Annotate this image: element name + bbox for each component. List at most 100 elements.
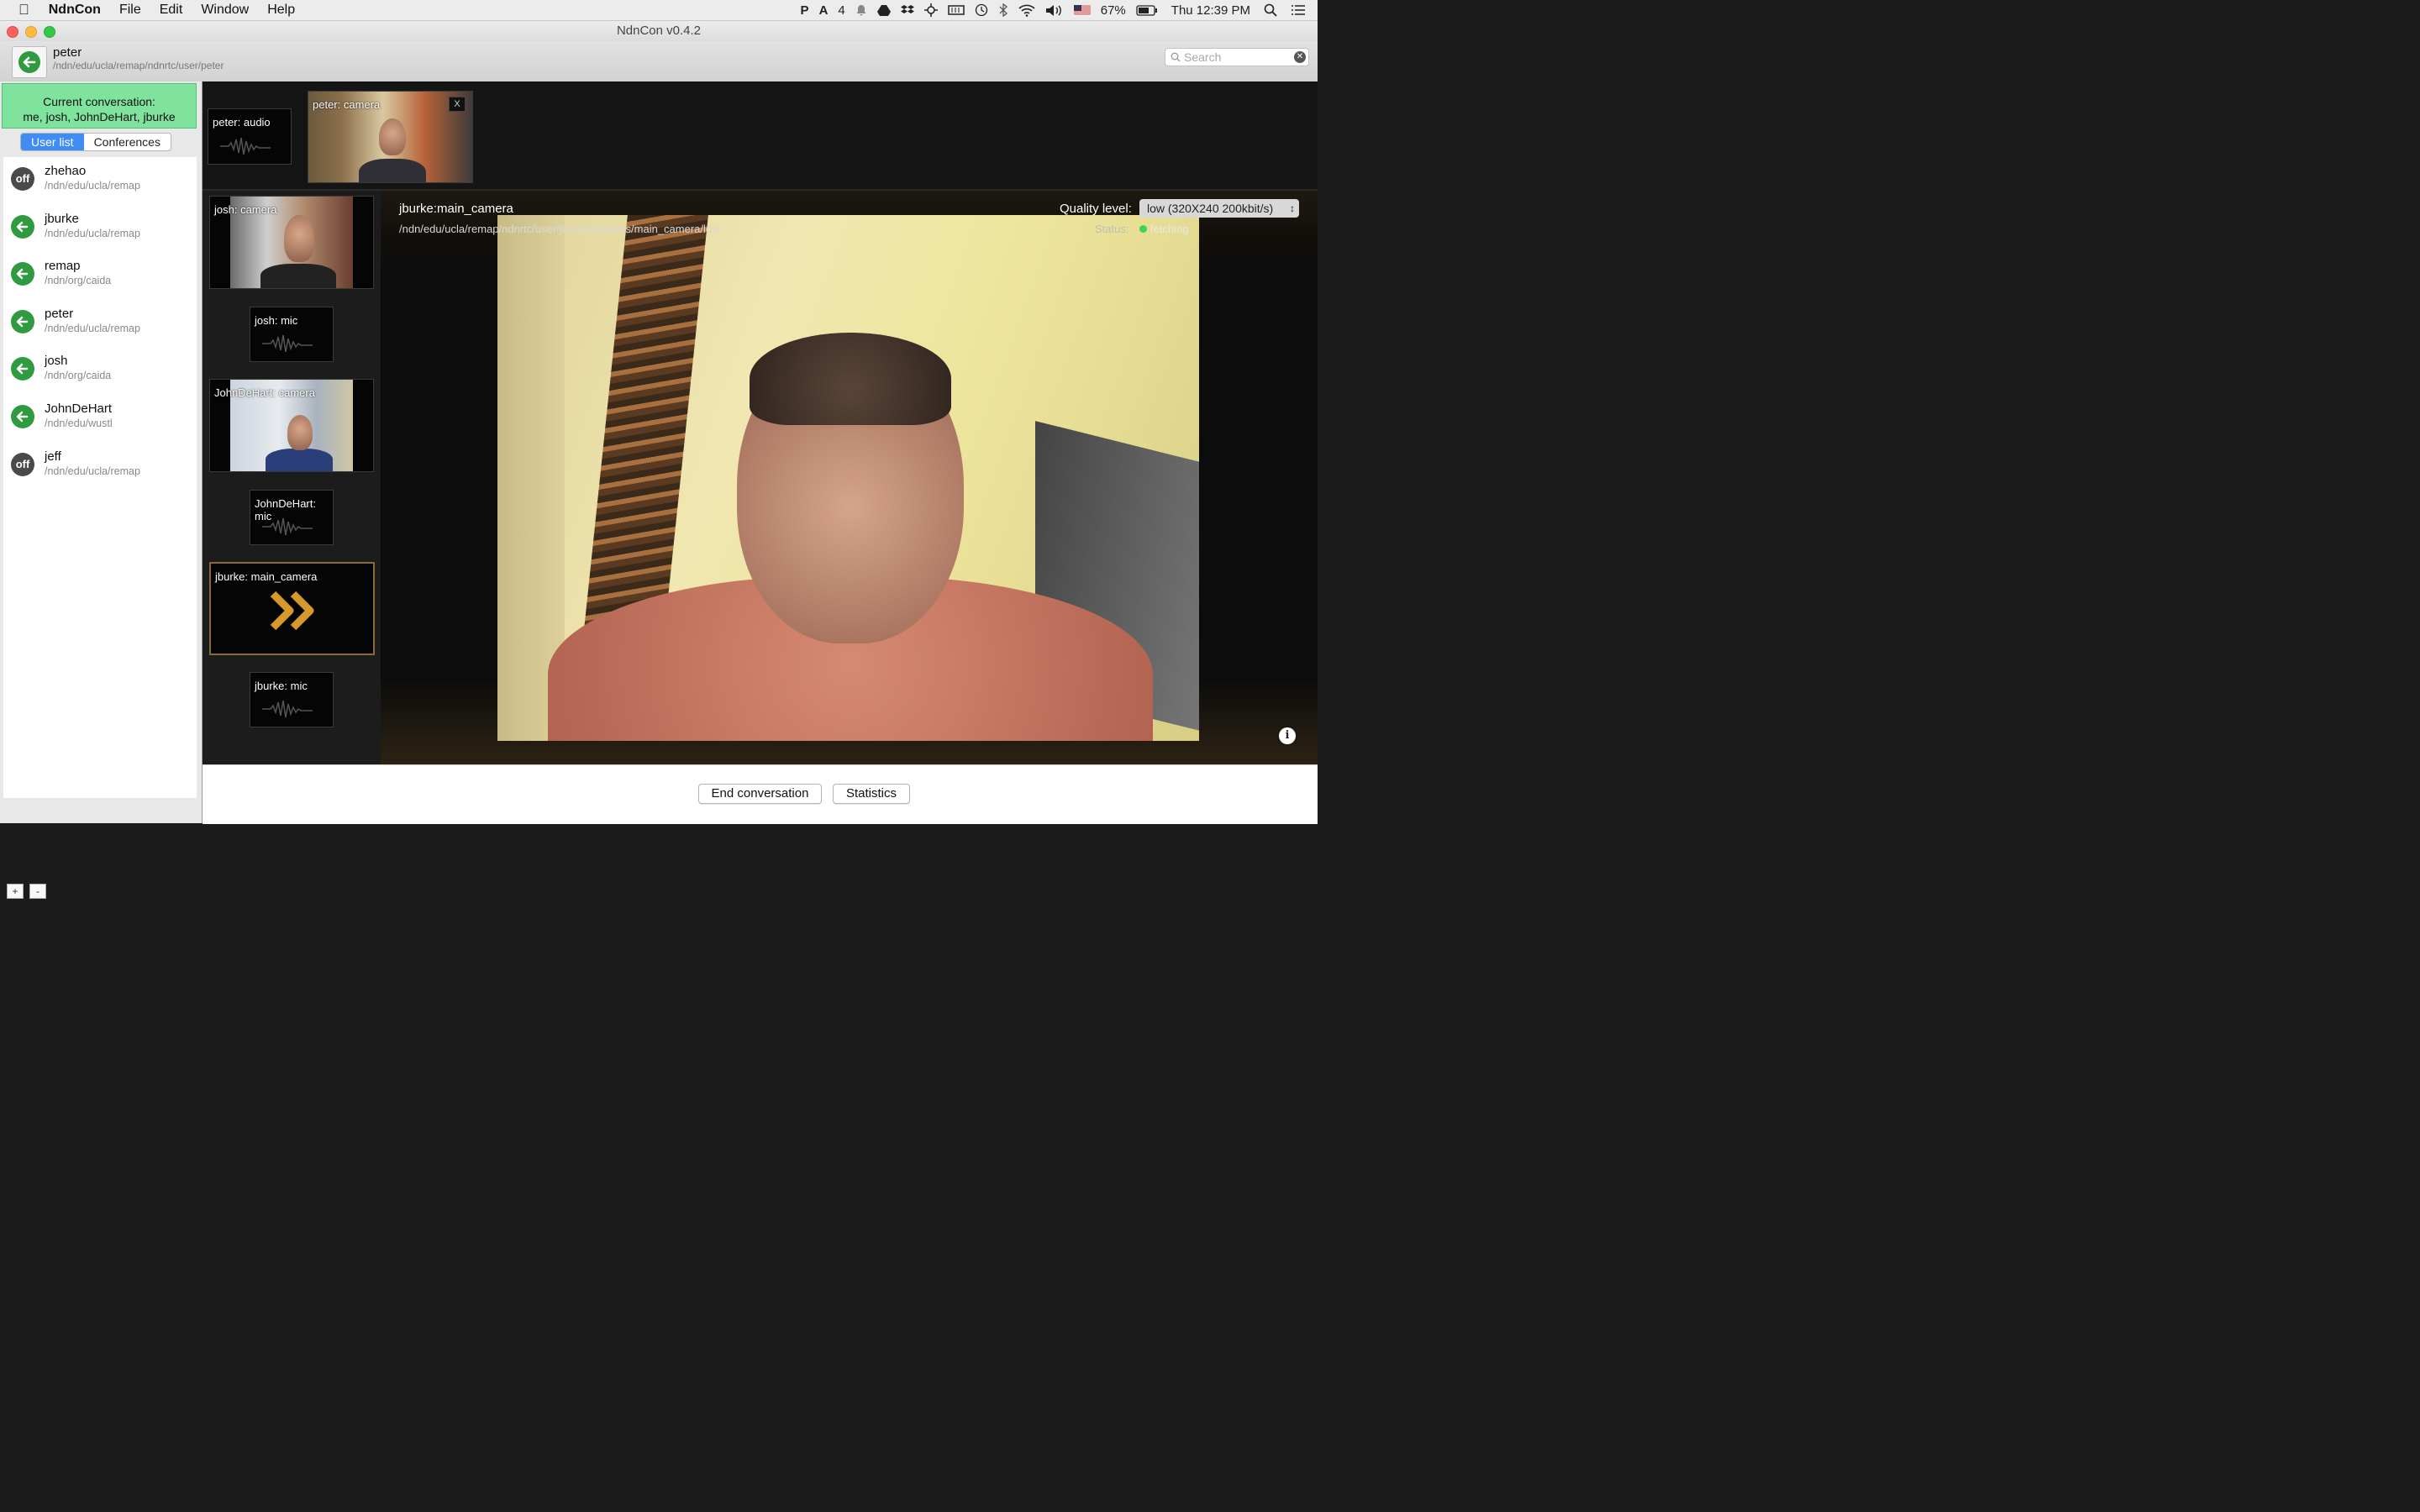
remote-stream-label: jburke: main_camera [215,570,318,583]
user-name: JohnDeHart [45,402,113,416]
add-user-button[interactable]: + [7,884,24,899]
remote-stream-label: jburke: mic [255,680,308,692]
user-list-item[interactable]: jburke/ndn/edu/ucla/remap [3,205,197,252]
window-title: NdnCon v0.4.2 [616,24,702,38]
dropbox-icon[interactable] [896,4,919,16]
remote-stream-tile[interactable]: JohnDeHart: camera [209,379,374,472]
sidebar: Current conversation: me, josh, JohnDeHa… [0,81,203,899]
wifi-icon[interactable] [1013,4,1040,17]
quality-level-value: low (320X240 200kbit/s) [1147,202,1274,215]
volume-icon[interactable] [1040,4,1069,17]
local-audio-label: peter: audio [213,116,271,129]
user-list-item[interactable]: off jeff/ndn/edu/ucla/remap [3,443,197,490]
clock[interactable]: Thu 12:39 PM [1163,3,1259,18]
user-path: /ndn/org/caida [45,275,112,287]
online-arrow-icon [11,262,34,286]
move-icon[interactable] [919,3,943,17]
clear-search-icon[interactable]: ✕ [1294,51,1306,63]
remote-stream-tile-selected[interactable]: jburke: main_camera [209,562,375,655]
user-avatar[interactable] [12,46,47,78]
menu-help[interactable]: Help [258,3,304,18]
user-list-item[interactable]: remap/ndn/org/caida [3,252,197,299]
menu-bar:  NdnCon File Edit Window Help P A 4 [0,0,1318,21]
remote-stream-tile[interactable]: josh: camera [209,196,374,289]
bottom-action-bar: End conversation Statistics [203,764,1318,824]
user-path: /ndn/org/caida [45,370,112,382]
user-name: peter [45,306,74,321]
menu-window[interactable]: Window [192,3,258,18]
remote-stream-tile[interactable]: JohnDeHart: mic [250,490,334,545]
time-machine-icon[interactable] [970,3,993,17]
end-conversation-button[interactable]: End conversation [698,784,822,804]
online-arrow-icon [11,214,34,239]
user-path: /ndn/edu/ucla/remap [45,180,140,192]
user-list-item[interactable]: JohnDeHart/ndn/edu/wustl [3,395,197,442]
tab-user-list[interactable]: User list [21,134,84,150]
drive-icon[interactable] [872,4,896,16]
select-arrows-icon: ↕ [1290,202,1295,214]
battery-icon[interactable] [1131,4,1163,16]
local-camera-tile[interactable]: peter: camera X [308,91,473,183]
sidebar-tabs: User list Conferences [20,133,171,151]
statistics-button[interactable]: Statistics [833,784,910,804]
quality-level-label: Quality level: [1060,202,1132,216]
status-indicator: fetching [1139,223,1189,235]
minimize-window-button[interactable] [25,26,37,38]
spotlight-icon[interactable] [1259,3,1282,17]
notification-center-icon[interactable] [1282,4,1318,16]
p-icon[interactable]: P [796,3,814,18]
memory-icon[interactable] [943,4,970,16]
remote-stream-label: josh: mic [255,314,298,327]
bluetooth-icon[interactable] [993,3,1013,17]
flag-icon[interactable] [1069,4,1096,16]
local-audio-tile[interactable]: peter: audio [208,108,292,165]
close-stream-button[interactable]: X [449,97,466,112]
current-conversation-banner: Current conversation: me, josh, JohnDeHa… [2,83,197,129]
adobe-icon[interactable]: A [814,3,834,18]
window-title-bar: NdnCon v0.4.2 [0,21,1318,41]
user-path: /ndn/edu/wustl [45,417,113,429]
user-name: josh [45,354,68,369]
online-arrow-icon [18,51,40,73]
info-icon[interactable]: i [1279,727,1296,744]
main-stream-path: /ndn/edu/ucla/remap/ndnrtc/user/jburke/s… [399,223,720,235]
bell-icon[interactable] [850,4,872,16]
status-dot-icon [1139,225,1147,233]
zoom-window-button[interactable] [44,26,55,38]
user-path: /ndn/edu/ucla/remap [45,322,140,334]
remove-user-button[interactable]: - [29,884,46,899]
remote-stream-label: JohnDeHart: camera [214,386,315,399]
user-list-item[interactable]: off zhehao/ndn/edu/ucla/remap [3,157,197,204]
audio-waveform-icon [220,137,271,155]
menu-edit[interactable]: Edit [150,3,192,18]
remote-stream-tile[interactable]: jburke: mic [250,672,334,727]
user-path: /ndn/edu/ucla/remap [45,227,140,239]
close-window-button[interactable] [7,26,18,38]
search-placeholder: Search [1184,50,1222,64]
local-camera-label: peter: camera [313,98,381,111]
online-arrow-icon [11,405,34,428]
main-video-frame[interactable] [497,215,1199,741]
quality-level-select[interactable]: low (320X240 200kbit/s) ↕ [1139,199,1299,218]
search-field[interactable]: Search ✕ [1165,48,1309,66]
remote-stream-label: JohnDeHart: mic [255,497,316,522]
current-user-path: /ndn/edu/ucla/remap/ndnrtc/user/peter [53,60,224,71]
user-name: remap [45,259,81,274]
toolbar: peter /ndn/edu/ucla/remap/ndnrtc/user/pe… [0,41,1318,82]
menu-app-name[interactable]: NdnCon [39,3,110,18]
remote-stream-tile[interactable]: josh: mic [250,307,334,362]
main-stream-title: jburke:main_camera [399,202,513,216]
offline-icon: off [11,452,34,476]
user-list-item[interactable]: peter/ndn/edu/ucla/remap [3,300,197,347]
menu-file[interactable]: File [110,3,150,18]
tab-conferences[interactable]: Conferences [84,134,171,150]
conversation-members: me, josh, JohnDeHart, jburke [23,110,176,123]
tray-badge: 4 [838,3,845,18]
battery-percent[interactable]: 67% [1096,3,1131,18]
current-user-name: peter [53,45,82,60]
user-name: jeff [45,449,61,464]
status-value: fetching [1150,223,1189,235]
user-name: jburke [45,211,79,226]
user-list-item[interactable]: josh/ndn/org/caida [3,347,197,394]
apple-icon[interactable]:  [0,2,39,18]
